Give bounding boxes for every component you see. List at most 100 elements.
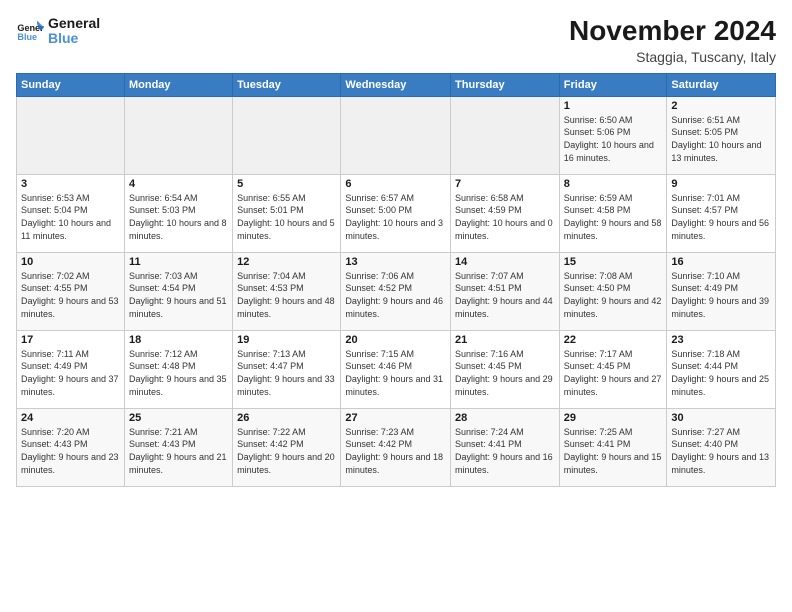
table-row: 11 Sunrise: 7:03 AM Sunset: 4:54 PM Dayli… bbox=[124, 252, 232, 330]
col-wednesday: Wednesday bbox=[341, 73, 451, 96]
day-number: 7 bbox=[455, 178, 555, 190]
day-number: 8 bbox=[564, 178, 663, 190]
table-row bbox=[341, 96, 451, 174]
table-row bbox=[124, 96, 232, 174]
table-row bbox=[451, 96, 560, 174]
day-number: 23 bbox=[671, 334, 771, 346]
day-info: Sunrise: 6:58 AM Sunset: 4:59 PM Dayligh… bbox=[455, 192, 555, 242]
table-row bbox=[17, 96, 125, 174]
day-info: Sunrise: 7:21 AM Sunset: 4:43 PM Dayligh… bbox=[129, 426, 228, 476]
day-info: Sunrise: 7:18 AM Sunset: 4:44 PM Dayligh… bbox=[671, 348, 771, 398]
page: General Blue General Blue November 2024 … bbox=[0, 0, 792, 612]
logo-general: General bbox=[48, 16, 100, 31]
day-info: Sunrise: 7:23 AM Sunset: 4:42 PM Dayligh… bbox=[345, 426, 446, 476]
table-row: 29Sunrise: 7:25 AM Sunset: 4:41 PM Dayli… bbox=[559, 408, 667, 486]
day-info: Sunrise: 7:10 AM Sunset: 4:49 PM Dayligh… bbox=[671, 270, 771, 320]
day-info: Sunrise: 7:20 AM Sunset: 4:43 PM Dayligh… bbox=[21, 426, 120, 476]
day-info: Sunrise: 7:01 AM Sunset: 4:57 PM Dayligh… bbox=[671, 192, 771, 242]
day-info: Sunrise: 6:59 AM Sunset: 4:58 PM Dayligh… bbox=[564, 192, 663, 242]
day-number: 25 bbox=[129, 412, 228, 424]
logo-icon: General Blue bbox=[16, 17, 44, 45]
day-info: Sunrise: 7:24 AM Sunset: 4:41 PM Dayligh… bbox=[455, 426, 555, 476]
day-info: Sunrise: 7:07 AM Sunset: 4:51 PM Dayligh… bbox=[455, 270, 555, 320]
day-number: 24 bbox=[21, 412, 120, 424]
table-row: 4Sunrise: 6:54 AM Sunset: 5:03 PM Daylig… bbox=[124, 174, 232, 252]
table-row: 17 Sunrise: 7:11 AM Sunset: 4:49 PM Dayli… bbox=[17, 330, 125, 408]
table-row: 1 Sunrise: 6:50 AM Sunset: 5:06 PM Daylig… bbox=[559, 96, 667, 174]
table-row: 23 Sunrise: 7:18 AM Sunset: 4:44 PM Dayli… bbox=[667, 330, 776, 408]
table-row: 22 Sunrise: 7:17 AM Sunset: 4:45 PM Dayli… bbox=[559, 330, 667, 408]
svg-text:Blue: Blue bbox=[17, 32, 37, 42]
day-info: Sunrise: 6:54 AM Sunset: 5:03 PM Dayligh… bbox=[129, 192, 228, 242]
table-row: 19Sunrise: 7:13 AM Sunset: 4:47 PM Dayli… bbox=[233, 330, 341, 408]
day-number: 22 bbox=[564, 334, 663, 346]
col-saturday: Saturday bbox=[667, 73, 776, 96]
day-number: 27 bbox=[345, 412, 446, 424]
table-row bbox=[233, 96, 341, 174]
day-number: 15 bbox=[564, 256, 663, 268]
day-number: 12 bbox=[237, 256, 336, 268]
day-info: Sunrise: 6:55 AM Sunset: 5:01 PM Dayligh… bbox=[237, 192, 336, 242]
day-info: Sunrise: 7:22 AM Sunset: 4:42 PM Dayligh… bbox=[237, 426, 336, 476]
day-number: 13 bbox=[345, 256, 446, 268]
day-number: 29 bbox=[564, 412, 663, 424]
table-row: 6 Sunrise: 6:57 AM Sunset: 5:00 PM Daylig… bbox=[341, 174, 451, 252]
col-thursday: Thursday bbox=[451, 73, 560, 96]
col-monday: Monday bbox=[124, 73, 232, 96]
table-row: 24 Sunrise: 7:20 AM Sunset: 4:43 PM Dayli… bbox=[17, 408, 125, 486]
table-row: 2Sunrise: 6:51 AM Sunset: 5:05 PM Daylig… bbox=[667, 96, 776, 174]
month-title: November 2024 bbox=[569, 16, 776, 47]
day-number: 26 bbox=[237, 412, 336, 424]
day-number: 9 bbox=[671, 178, 771, 190]
logo: General Blue General Blue bbox=[16, 16, 100, 47]
day-info: Sunrise: 7:17 AM Sunset: 4:45 PM Dayligh… bbox=[564, 348, 663, 398]
day-info: Sunrise: 7:03 AM Sunset: 4:54 PM Dayligh… bbox=[129, 270, 228, 320]
day-number: 30 bbox=[671, 412, 771, 424]
day-info: Sunrise: 7:12 AM Sunset: 4:48 PM Dayligh… bbox=[129, 348, 228, 398]
day-info: Sunrise: 6:51 AM Sunset: 5:05 PM Dayligh… bbox=[671, 114, 771, 164]
table-row: 30 Sunrise: 7:27 AM Sunset: 4:40 PM Dayli… bbox=[667, 408, 776, 486]
table-row: 14 Sunrise: 7:07 AM Sunset: 4:51 PM Dayli… bbox=[451, 252, 560, 330]
col-tuesday: Tuesday bbox=[233, 73, 341, 96]
day-info: Sunrise: 7:11 AM Sunset: 4:49 PM Dayligh… bbox=[21, 348, 120, 398]
table-row: 10 Sunrise: 7:02 AM Sunset: 4:55 PM Dayli… bbox=[17, 252, 125, 330]
day-number: 16 bbox=[671, 256, 771, 268]
table-row: 20 Sunrise: 7:15 AM Sunset: 4:46 PM Dayli… bbox=[341, 330, 451, 408]
day-number: 5 bbox=[237, 178, 336, 190]
table-row: 5 Sunrise: 6:55 AM Sunset: 5:01 PM Daylig… bbox=[233, 174, 341, 252]
col-friday: Friday bbox=[559, 73, 667, 96]
day-info: Sunrise: 7:08 AM Sunset: 4:50 PM Dayligh… bbox=[564, 270, 663, 320]
table-row: 15 Sunrise: 7:08 AM Sunset: 4:50 PM Dayli… bbox=[559, 252, 667, 330]
day-info: Sunrise: 6:50 AM Sunset: 5:06 PM Dayligh… bbox=[564, 114, 663, 164]
day-number: 18 bbox=[129, 334, 228, 346]
day-number: 21 bbox=[455, 334, 555, 346]
logo-blue: Blue bbox=[48, 31, 100, 46]
day-info: Sunrise: 6:57 AM Sunset: 5:00 PM Dayligh… bbox=[345, 192, 446, 242]
day-number: 19 bbox=[237, 334, 336, 346]
day-number: 20 bbox=[345, 334, 446, 346]
day-info: Sunrise: 7:27 AM Sunset: 4:40 PM Dayligh… bbox=[671, 426, 771, 476]
day-number: 11 bbox=[129, 256, 228, 268]
day-info: Sunrise: 7:02 AM Sunset: 4:55 PM Dayligh… bbox=[21, 270, 120, 320]
day-number: 17 bbox=[21, 334, 120, 346]
table-row: 16 Sunrise: 7:10 AM Sunset: 4:49 PM Dayli… bbox=[667, 252, 776, 330]
day-number: 6 bbox=[345, 178, 446, 190]
day-number: 14 bbox=[455, 256, 555, 268]
day-info: Sunrise: 7:16 AM Sunset: 4:45 PM Dayligh… bbox=[455, 348, 555, 398]
header: General Blue General Blue November 2024 … bbox=[16, 16, 776, 65]
day-number: 10 bbox=[21, 256, 120, 268]
day-number: 1 bbox=[564, 100, 663, 112]
table-row: 13 Sunrise: 7:06 AM Sunset: 4:52 PM Dayli… bbox=[341, 252, 451, 330]
table-row: 9 Sunrise: 7:01 AM Sunset: 4:57 PM Daylig… bbox=[667, 174, 776, 252]
table-row: 27 Sunrise: 7:23 AM Sunset: 4:42 PM Dayli… bbox=[341, 408, 451, 486]
table-row: 26 Sunrise: 7:22 AM Sunset: 4:42 PM Dayli… bbox=[233, 408, 341, 486]
location: Staggia, Tuscany, Italy bbox=[569, 49, 776, 65]
day-info: Sunrise: 7:04 AM Sunset: 4:53 PM Dayligh… bbox=[237, 270, 336, 320]
day-info: Sunrise: 7:06 AM Sunset: 4:52 PM Dayligh… bbox=[345, 270, 446, 320]
table-row: 18 Sunrise: 7:12 AM Sunset: 4:48 PM Dayli… bbox=[124, 330, 232, 408]
day-number: 28 bbox=[455, 412, 555, 424]
table-row: 28 Sunrise: 7:24 AM Sunset: 4:41 PM Dayli… bbox=[451, 408, 560, 486]
day-info: Sunrise: 7:15 AM Sunset: 4:46 PM Dayligh… bbox=[345, 348, 446, 398]
table-row: 12 Sunrise: 7:04 AM Sunset: 4:53 PM Dayli… bbox=[233, 252, 341, 330]
day-number: 3 bbox=[21, 178, 120, 190]
